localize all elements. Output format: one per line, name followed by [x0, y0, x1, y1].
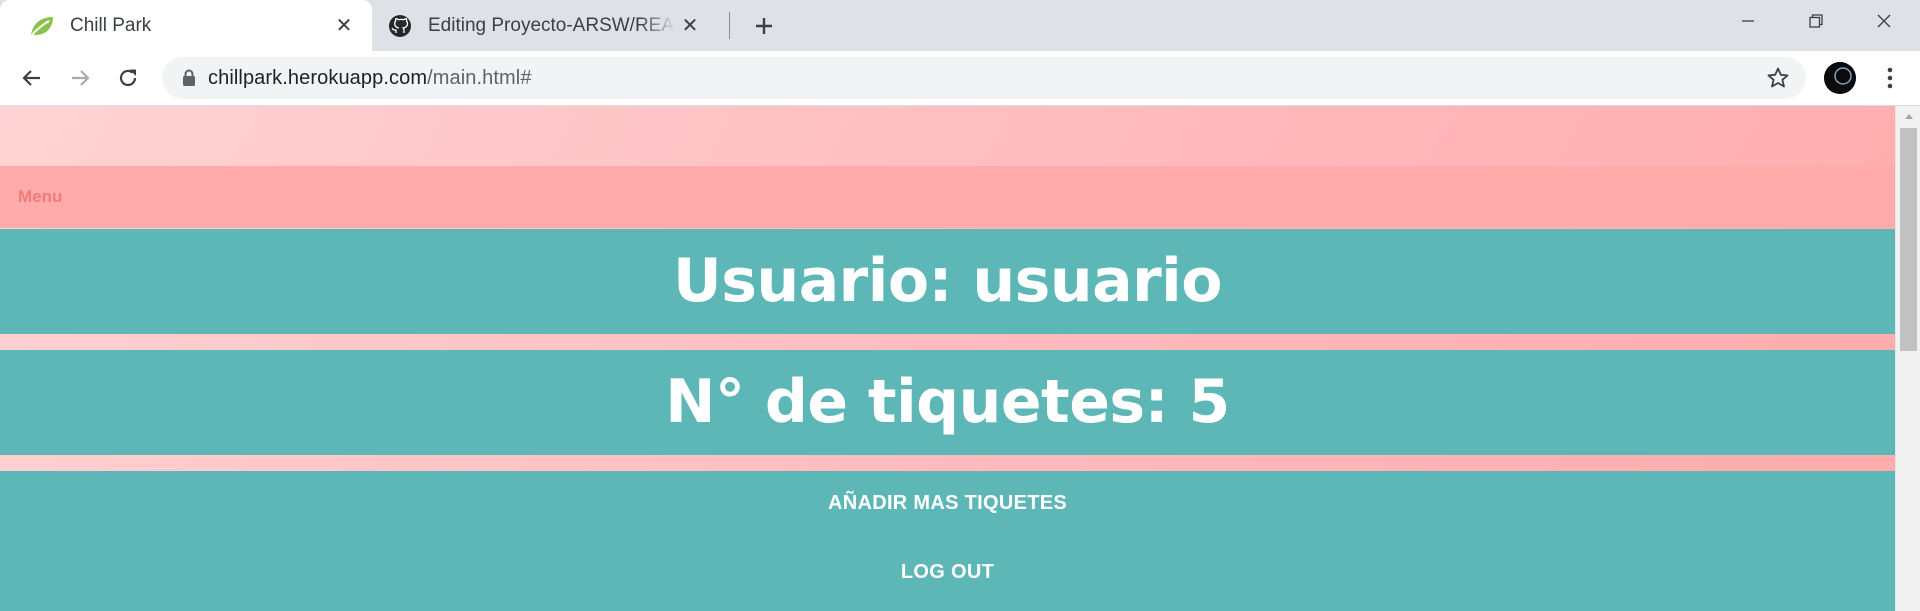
new-tab-button[interactable] [748, 10, 780, 42]
url-text: chillpark.herokuapp.com/main.html# [208, 67, 532, 90]
more-menu-button[interactable] [1872, 60, 1908, 96]
user-heading: Usuario: usuario [673, 246, 1222, 316]
close-icon [1877, 14, 1891, 28]
browser-toolbar: chillpark.herokuapp.com/main.html# [0, 51, 1920, 106]
minimize-button[interactable] [1716, 0, 1780, 42]
profile-avatar[interactable] [1824, 62, 1856, 94]
vertical-scrollbar[interactable] [1895, 106, 1920, 611]
reload-icon [119, 69, 137, 87]
browser-tab-strip: Chill Park ✕ Editing Proyecto-ARSW/READM… [0, 0, 1920, 51]
back-arrow-icon [22, 70, 40, 86]
tickets-card: N° de tiquetes: 5 [0, 350, 1895, 455]
close-window-button[interactable] [1852, 0, 1916, 42]
tab-github-readme[interactable]: Editing Proyecto-ARSW/README.md ✕ [378, 0, 718, 51]
header-band [0, 106, 1895, 166]
logout-button[interactable]: LOG OUT [0, 561, 1895, 584]
restore-icon [1809, 14, 1823, 28]
restore-button[interactable] [1784, 0, 1848, 42]
minimize-icon [1742, 20, 1754, 22]
close-icon[interactable]: ✕ [676, 12, 704, 40]
close-icon[interactable]: ✕ [330, 12, 358, 40]
url-path: /main.html# [427, 66, 532, 89]
more-vert-icon [1887, 67, 1893, 89]
spring-leaf-icon [28, 12, 56, 40]
user-card: Usuario: usuario [0, 229, 1895, 334]
url-host: chillpark.herokuapp.com [208, 66, 428, 89]
menu-link[interactable]: Menu [18, 187, 62, 207]
back-button[interactable] [14, 60, 50, 96]
address-bar[interactable]: chillpark.herokuapp.com/main.html# [162, 57, 1806, 99]
tab-divider [729, 12, 730, 39]
reload-button[interactable] [110, 60, 146, 96]
github-icon [386, 12, 414, 40]
tab-title: Editing Proyecto-ARSW/README.md [428, 14, 676, 36]
add-tickets-button[interactable]: AÑADIR MAS TIQUETES [0, 492, 1895, 515]
menu-bar: Menu [0, 166, 1895, 228]
plus-icon [756, 18, 772, 34]
actions-card: AÑADIR MAS TIQUETES LOG OUT [0, 471, 1895, 611]
page-viewport: Menu Usuario: usuario N° de tiquetes: 5 … [0, 106, 1920, 611]
bookmark-star-icon[interactable] [1766, 66, 1790, 95]
forward-button[interactable] [62, 60, 98, 96]
tab-title: Chill Park [70, 14, 152, 36]
scroll-thumb[interactable] [1900, 128, 1917, 351]
tab-chill-park[interactable]: Chill Park ✕ [0, 0, 372, 51]
forward-arrow-icon [72, 70, 90, 86]
lock-icon [182, 69, 196, 87]
tickets-heading: N° de tiquetes: 5 [665, 367, 1230, 437]
scroll-up-arrow-icon[interactable] [1896, 106, 1920, 126]
